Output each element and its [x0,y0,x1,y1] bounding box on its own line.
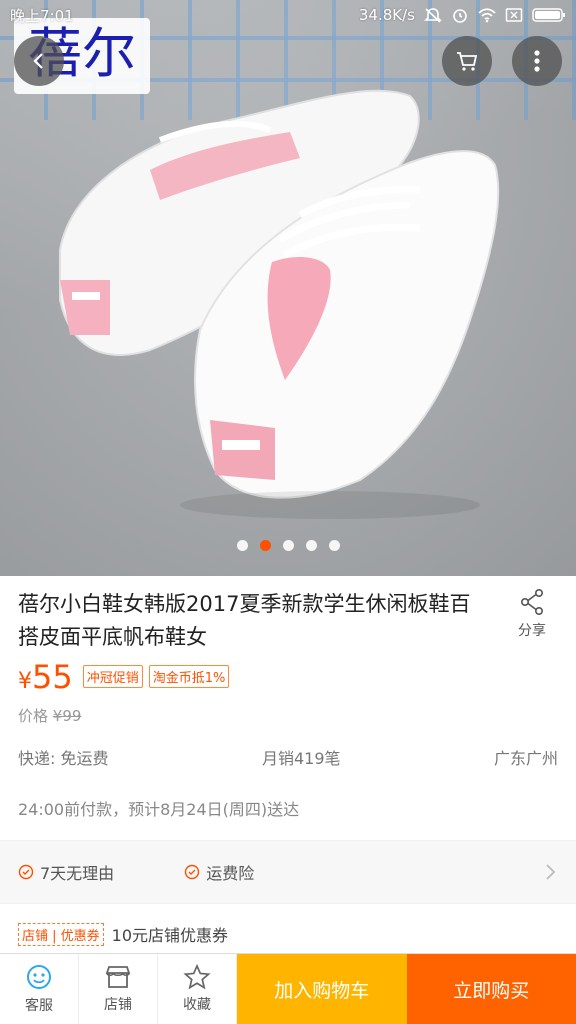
customer-service-icon [27,965,51,989]
carousel-indicator [0,540,576,551]
cart-icon [457,52,478,71]
promo-tag: 冲冠促销 [82,665,143,688]
original-price: 价格 ¥99 [18,705,81,726]
more-vertical-icon [534,50,540,72]
carousel-dot[interactable] [328,540,340,551]
service-label: 7天无理由 [40,864,115,883]
check-circle-icon [184,864,200,880]
carousel-dot-active[interactable] [259,540,271,551]
chevron-right-icon [546,864,556,880]
more-options-button[interactable] [512,36,562,86]
chevron-left-icon [33,53,43,69]
status-time: 晚上7:01 [10,6,74,25]
wifi-icon [478,8,496,23]
buy-now-button[interactable]: 立即购买 [406,954,576,1024]
current-price: 55 [32,658,73,696]
shop-icon [105,966,131,988]
back-button[interactable] [14,36,64,86]
cart-button[interactable] [442,36,492,86]
original-price-value: ¥99 [52,707,82,725]
favorite-label: 收藏 [183,997,211,1013]
service-label: 运费险 [206,864,255,883]
no-sim-icon [505,8,523,22]
share-icon [520,588,543,615]
service-item: 7天无理由 [18,860,114,884]
network-speed: 34.8K/s [358,6,415,24]
share-button[interactable]: 分享 [518,588,546,640]
battery-icon [532,8,565,22]
shipping-row: 快递: 免运费 月销419笔 广东广州 [18,745,558,769]
customer-service-label: 客服 [25,998,53,1014]
share-label: 分享 [518,623,546,639]
shop-button[interactable]: 店铺 [79,954,158,1024]
original-price-label: 价格 [18,707,49,725]
customer-service-button[interactable]: 客服 [0,954,79,1024]
price-row: ¥ 55 冲冠促销 淘金币抵1% [18,658,235,696]
coupon-tag: 店铺 | 优惠券 [18,922,104,946]
carousel-dot[interactable] [305,540,317,551]
status-bar: 晚上7:01 34.8K/s [0,0,576,30]
bottom-action-bar: 客服 店铺 收藏 加入购物车 立即购买 [0,953,576,1024]
add-to-cart-button[interactable]: 加入购物车 [237,954,407,1024]
product-title: 蓓尔小白鞋女韩版2017夏季新款学生休闲板鞋百搭皮面平底帆布鞋女 [18,592,471,649]
service-item: 运费险 [184,860,254,884]
alarm-icon [453,9,467,23]
star-icon [183,964,211,990]
coupon-text: 10元店铺优惠券 [111,926,229,945]
mute-icon [424,8,442,23]
taojinbi-tag: 淘金币抵1% [148,665,230,688]
delivery-estimate: 24:00前付款，预计8月24日(周四)送达 [18,800,300,819]
service-guarantees[interactable]: 7天无理由 运费险 [0,840,576,904]
check-circle-icon [18,864,34,880]
carousel-dot[interactable] [282,540,294,551]
currency-symbol: ¥ [18,669,32,694]
shipping-fee: 快递: 免运费 [18,749,109,768]
product-image-carousel[interactable]: 蓓尔 [0,0,576,576]
monthly-sales: 月销419笔 [261,749,341,768]
product-detail-page: 蓓尔 晚上7:01 34.8K/s 蓓尔小白鞋女韩版2017夏季新款学生休闲板鞋… [0,0,576,1024]
carousel-dot[interactable] [236,540,248,551]
shop-label: 店铺 [104,997,132,1013]
ship-location: 广东广州 [493,749,558,768]
favorite-button[interactable]: 收藏 [158,954,237,1024]
